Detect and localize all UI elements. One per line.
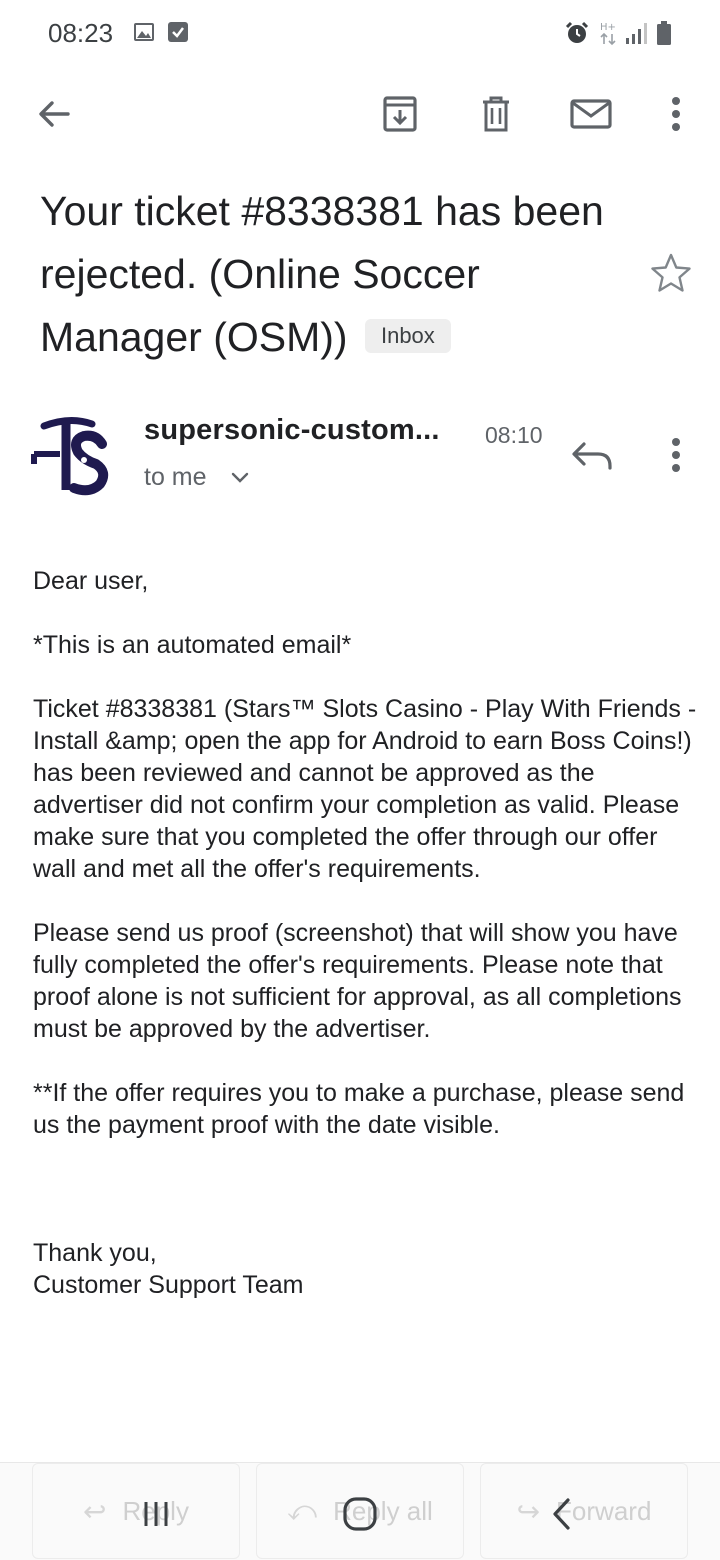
email-subject: Your ticket #8338381 has been rejected. …: [40, 180, 640, 369]
more-vert-icon: [672, 97, 680, 131]
sender-avatar[interactable]: [30, 414, 114, 498]
nav-recents-button[interactable]: [136, 1490, 176, 1538]
toolbar: [0, 72, 720, 156]
battery-icon: [657, 21, 671, 45]
reply-icon[interactable]: [568, 432, 616, 480]
recipient-details[interactable]: to me: [144, 463, 207, 492]
body-signature-team: Customer Support Team: [33, 1271, 304, 1299]
body-paragraph-3: **If the offer requires you to make a pu…: [33, 1079, 685, 1139]
body-paragraph-1: Ticket #8338381 (Stars™ Slots Casino - P…: [33, 695, 697, 883]
forward-action-icon: ↪: [516, 1495, 541, 1527]
mark-unread-icon: [570, 99, 612, 129]
body-closing: Thank you,: [33, 1239, 157, 1267]
back-arrow-icon: [39, 101, 70, 127]
alarm-icon: [565, 21, 589, 43]
svg-text:H+: H+: [600, 22, 616, 33]
image-icon: [134, 23, 154, 41]
body-automated-notice: *This is an automated email*: [33, 631, 352, 659]
nav-back-icon: [553, 1498, 570, 1530]
reply-all-action-icon: ⤺: [287, 1494, 318, 1526]
reply-action-icon: ↩: [83, 1495, 107, 1527]
checkbox-icon: [168, 22, 188, 42]
nav-home-button[interactable]: [338, 1490, 382, 1538]
back-button[interactable]: [30, 90, 78, 138]
h-plus-network-icon: H+: [600, 22, 616, 46]
body-signature: Thank you, Customer Support Team: [33, 1237, 703, 1301]
nav-back-button[interactable]: [542, 1490, 582, 1538]
more-options-button[interactable]: [652, 90, 700, 138]
inbox-label-badge[interactable]: Inbox: [364, 319, 451, 353]
status-bar: 08:23 H+: [0, 0, 720, 68]
status-time: 08:23: [48, 18, 114, 48]
email-body: Dear user, *This is an automated email* …: [33, 565, 703, 1301]
home-icon: [343, 1497, 377, 1531]
forward-action-button[interactable]: ↪ Forward: [480, 1463, 688, 1559]
signal-icon: [626, 23, 647, 44]
star-icon[interactable]: [650, 252, 692, 294]
archive-icon: [383, 96, 417, 132]
sender-name[interactable]: supersonic-custom...: [144, 414, 440, 447]
archive-button[interactable]: [376, 90, 424, 138]
delete-icon: [483, 96, 509, 132]
chevron-down-icon[interactable]: [230, 470, 250, 486]
delete-button[interactable]: [472, 90, 520, 138]
recents-icon: [144, 1502, 168, 1526]
mark-unread-button[interactable]: [567, 90, 615, 138]
subject-text: Your ticket #8338381 has been rejected. …: [40, 188, 604, 360]
sent-time: 08:10: [485, 422, 543, 448]
body-greeting: Dear user,: [33, 567, 149, 595]
message-more-icon[interactable]: [652, 430, 700, 482]
body-paragraph-2: Please send us proof (screenshot) that w…: [33, 919, 682, 1043]
